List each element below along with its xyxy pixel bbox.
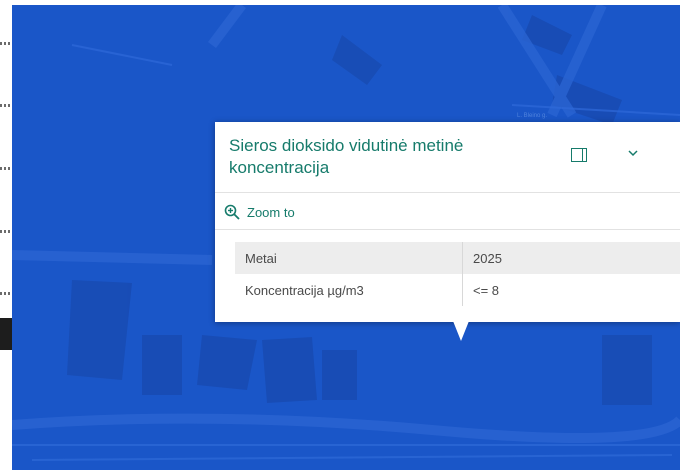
popup-title: Sieros dioksido vidutinė metinė koncentr…: [229, 136, 464, 177]
popup-header: Sieros dioksido vidutinė metinė koncentr…: [215, 122, 680, 193]
attribute-table: Metai 2025 Koncentracija µg/m3 <= 8: [235, 242, 680, 306]
sidebar-active-block[interactable]: [0, 318, 12, 350]
feature-popup: Sieros dioksido vidutinė metinė koncentr…: [215, 122, 680, 322]
chevron-down-icon[interactable]: [625, 146, 641, 162]
sidebar-tick: [0, 230, 10, 233]
attribute-value: <= 8: [473, 282, 500, 298]
dock-icon[interactable]: [571, 148, 587, 162]
zoom-to-button[interactable]: Zoom to: [224, 203, 295, 221]
zoom-in-icon: [224, 204, 240, 220]
attribute-key: Koncentracija µg/m3: [235, 274, 463, 306]
left-sidebar: [0, 0, 12, 470]
popup-pointer: [453, 321, 469, 341]
sidebar-tick: [0, 104, 10, 107]
zoom-to-label: Zoom to: [247, 204, 295, 220]
attribute-key: Metai: [235, 242, 463, 274]
table-row: Metai 2025: [235, 242, 680, 274]
attribute-value: 2025: [462, 242, 680, 274]
popup-actions: Zoom to: [215, 193, 680, 230]
sidebar-tick: [0, 167, 10, 170]
sidebar-tick: [0, 292, 10, 295]
map-street-label: L. Bleino g.: [517, 113, 547, 119]
sidebar-tick: [0, 42, 10, 45]
table-row: Koncentracija µg/m3 <= 8: [235, 274, 680, 306]
